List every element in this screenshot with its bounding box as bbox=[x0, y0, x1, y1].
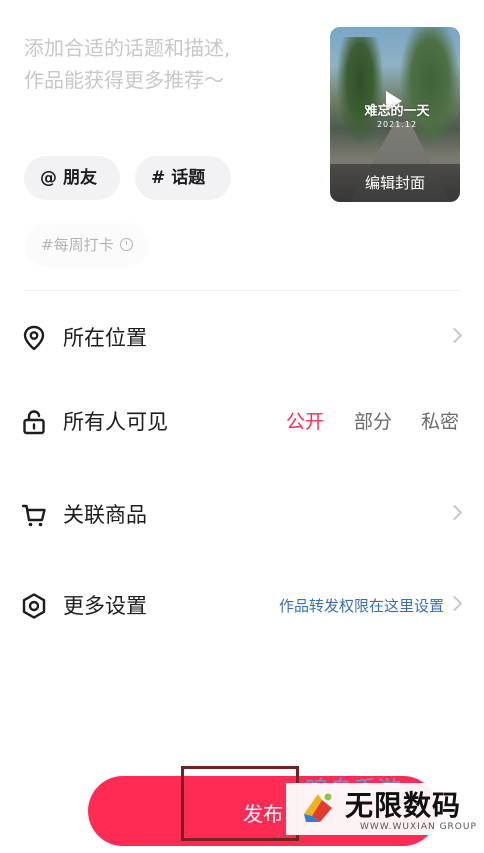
cover-title-overlay: 难忘的一天 bbox=[364, 104, 430, 119]
chevron-right-icon bbox=[446, 595, 463, 612]
watermark-main-text: 无限数码 bbox=[345, 789, 462, 822]
visibility-option-private[interactable]: 私密 bbox=[421, 408, 459, 436]
location-pin-icon bbox=[23, 325, 45, 351]
suggested-tag[interactable]: #每周打卡 bbox=[27, 225, 147, 265]
unlock-icon bbox=[23, 410, 45, 435]
clock-icon bbox=[119, 238, 133, 251]
cover-date-overlay: 2021.12 bbox=[376, 120, 418, 129]
chevron-right-icon bbox=[446, 504, 463, 521]
edit-cover-button[interactable]: 编辑封面 bbox=[330, 164, 460, 202]
description-placeholder-line1: 添加合适的话题和描述, bbox=[24, 36, 231, 60]
cover-tree-left bbox=[336, 37, 384, 147]
hashtag-icon: # bbox=[151, 168, 166, 188]
highlight-box bbox=[181, 766, 299, 841]
more-settings-label: 更多设置 bbox=[63, 594, 147, 618]
description-input[interactable]: 添加合适的话题和描述, 作品能获得更多推荐～ bbox=[24, 32, 314, 96]
suggested-tag-label: #每周打卡 bbox=[41, 236, 114, 254]
location-row[interactable]: 所在位置 bbox=[0, 308, 484, 368]
description-placeholder-line2: 作品能获得更多推荐～ bbox=[24, 68, 224, 92]
divider bbox=[24, 290, 460, 291]
add-topic-button[interactable]: # 话题 bbox=[135, 156, 231, 200]
repost-permission-hint[interactable]: 作品转发权限在这里设置 bbox=[279, 594, 444, 618]
hexagon-settings-icon bbox=[22, 593, 46, 619]
linked-products-row[interactable]: 关联商品 bbox=[0, 485, 484, 545]
at-icon: @ bbox=[40, 168, 57, 188]
mention-friends-button[interactable]: @ 朋友 bbox=[24, 156, 120, 200]
visibility-option-public[interactable]: 公开 bbox=[286, 408, 324, 436]
visibility-row: 所有人可见 公开 部分 私密 bbox=[0, 392, 484, 452]
linked-products-label: 关联商品 bbox=[63, 503, 147, 527]
watermark-logo-icon bbox=[304, 793, 332, 822]
more-settings-row[interactable]: 更多设置 作品转发权限在这里设置 bbox=[0, 576, 484, 636]
visibility-option-partial[interactable]: 部分 bbox=[354, 408, 392, 436]
cover-thumbnail[interactable]: 难忘的一天 2021.12 编辑封面 bbox=[330, 27, 460, 202]
cart-icon bbox=[21, 504, 46, 527]
watermark-sub-text: WWW.WUXIAN GROUP bbox=[360, 822, 477, 832]
chevron-right-icon bbox=[446, 327, 463, 344]
location-label: 所在位置 bbox=[63, 326, 147, 350]
add-topic-label: 话题 bbox=[171, 168, 206, 188]
visibility-label: 所有人可见 bbox=[63, 410, 168, 434]
mention-friends-label: 朋友 bbox=[63, 168, 97, 188]
